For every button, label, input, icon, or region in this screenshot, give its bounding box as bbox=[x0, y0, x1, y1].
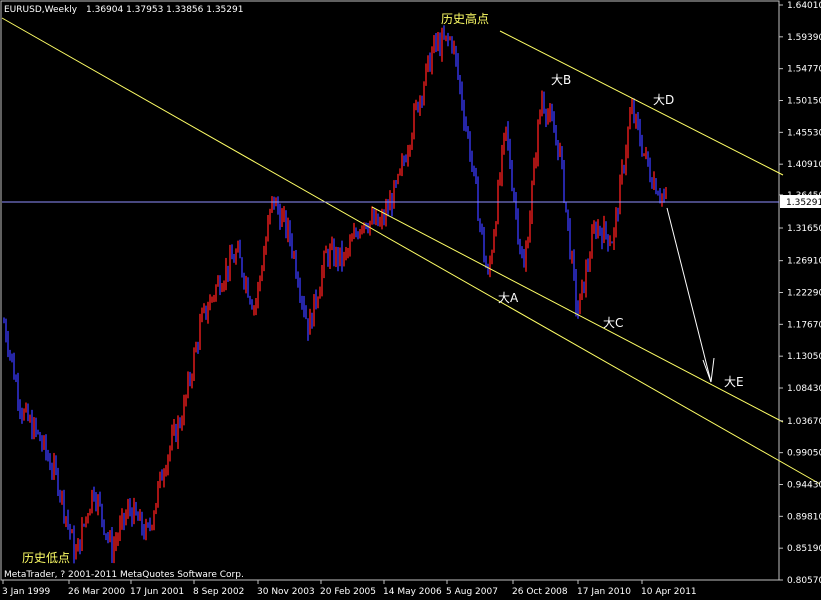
price-tick-label: 1.64010 bbox=[787, 1, 821, 11]
candle-series bbox=[3, 25, 667, 564]
copyright-text: MetaTrader, ? 2001-2011 MetaQuotes Softw… bbox=[4, 570, 244, 580]
time-tick-label: 8 Sep 2002 bbox=[193, 587, 244, 597]
plot-frame bbox=[0, 0, 780, 581]
time-tick-label: 17 Jun 2001 bbox=[130, 587, 184, 597]
price-axis: 1.64010 1.59390 1.54770 1.50150 1.45530 1.409… bbox=[779, 1, 821, 586]
price-tick-label: 1.17670 bbox=[787, 320, 821, 330]
annotation-e: 大E bbox=[724, 375, 744, 389]
price-tick-label: 1.22290 bbox=[787, 289, 821, 299]
time-tick-label: 14 May 2006 bbox=[383, 587, 442, 597]
projection-line-to-e bbox=[666, 207, 712, 383]
price-tick-label: 1.40910 bbox=[787, 160, 821, 170]
time-tick-label: 30 Nov 2003 bbox=[257, 587, 315, 597]
time-tick-label: 3 Jan 1999 bbox=[2, 587, 50, 597]
price-tick-label: 1.45530 bbox=[787, 128, 821, 138]
price-tick-label: 1.13050 bbox=[787, 352, 821, 362]
annotation-historic-high: 历史高点 bbox=[441, 11, 489, 26]
price-tick-label: 1.31650 bbox=[787, 224, 821, 234]
annotation-d: 大D bbox=[653, 93, 674, 107]
downtrend-channel-lower bbox=[371, 206, 784, 423]
symbol-timeframe: EURUSD,Weekly bbox=[4, 5, 78, 15]
time-tick-label: 17 Jan 2010 bbox=[577, 587, 631, 597]
downtrend-channel-upper-left bbox=[1, 17, 821, 485]
price-tick-label: 1.03670 bbox=[787, 417, 821, 427]
price-chart: 1.64010 1.59390 1.54770 1.50150 1.45530 1.409… bbox=[0, 0, 821, 597]
time-tick-label: 26 Oct 2008 bbox=[512, 587, 568, 597]
price-tick-label: 0.80570 bbox=[787, 576, 821, 586]
time-tick-label: 10 Apr 2011 bbox=[641, 587, 697, 597]
price-tick-label: 1.59390 bbox=[787, 33, 821, 43]
price-tick-label: 1.26910 bbox=[787, 257, 821, 267]
price-tick-label: 0.99050 bbox=[787, 449, 821, 459]
annotation-historic-low: 历史低点 bbox=[22, 551, 70, 565]
current-price-label: 1.35291 bbox=[786, 198, 821, 208]
price-tick-label: 1.50150 bbox=[787, 97, 821, 107]
price-tick-label: 0.89810 bbox=[787, 512, 821, 522]
time-axis: 3 Jan 1999 26 Mar 2000 17 Jun 2001 8 Sep 20… bbox=[2, 580, 697, 597]
ohlc-values: 1.36904 1.37953 1.33856 1.35291 bbox=[86, 5, 243, 15]
annotation-a: 大A bbox=[498, 291, 519, 305]
price-tick-label: 1.54770 bbox=[787, 65, 821, 75]
price-tick-label: 0.85190 bbox=[787, 544, 821, 554]
time-tick-label: 20 Feb 2005 bbox=[320, 587, 376, 597]
projection-arrowhead bbox=[702, 357, 715, 383]
price-tick-label: 1.08430 bbox=[787, 384, 821, 394]
time-tick-label: 5 Aug 2007 bbox=[446, 587, 498, 597]
annotation-c: 大C bbox=[603, 316, 623, 330]
annotation-b: 大B bbox=[551, 73, 571, 87]
time-tick-label: 26 Mar 2000 bbox=[68, 587, 125, 597]
price-tick-label: 0.94430 bbox=[787, 480, 821, 490]
